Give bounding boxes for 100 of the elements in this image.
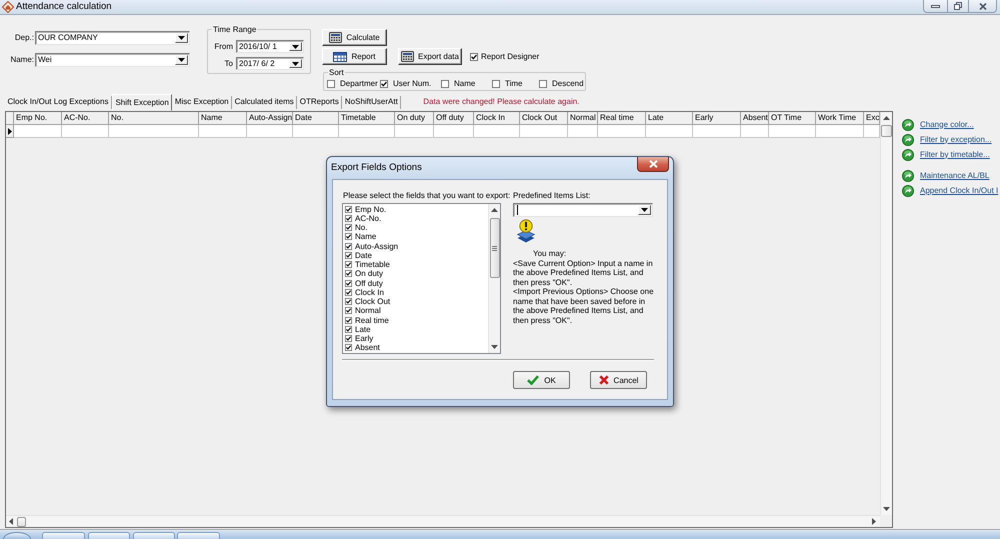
close-icon (978, 2, 986, 10)
vertical-scrollbar[interactable] (880, 112, 892, 515)
checkbox[interactable] (345, 242, 352, 250)
checkbox-label: Emp No. (355, 204, 386, 214)
caret-icon (292, 62, 299, 66)
taskbar-button[interactable] (42, 532, 85, 539)
scrollbar-thumb[interactable] (881, 125, 892, 137)
checkbox[interactable] (345, 316, 352, 324)
diamond-icon (2, 1, 14, 13)
arrow-circle-icon[interactable] (902, 148, 914, 160)
close-button[interactable] (968, 0, 997, 13)
link[interactable]: Change color... (920, 120, 974, 130)
checkbox[interactable] (345, 224, 352, 232)
calculate-button[interactable]: Calculate (322, 29, 387, 46)
name-dropdown[interactable]: Wei (35, 53, 190, 67)
checkbox-label: Late (355, 324, 371, 334)
table-cell (247, 125, 293, 138)
window-title: Attendance calculation (16, 1, 112, 13)
checkbox-label: Normal (355, 306, 381, 316)
dropdown-button[interactable] (175, 33, 188, 43)
start-button[interactable] (3, 532, 31, 539)
link[interactable]: Append Clock In/Out I (920, 186, 998, 196)
checkbox[interactable] (345, 335, 352, 342)
tab[interactable]: Shift Exception (112, 94, 172, 111)
checkbox-label: Off duty (355, 278, 383, 288)
checkbox[interactable] (345, 206, 352, 213)
checkbox-label: Timetable (355, 260, 390, 270)
checkbox[interactable] (470, 52, 478, 60)
group-title: Time Range (212, 25, 258, 34)
scrollbar-thumb[interactable] (490, 218, 500, 278)
checkbox[interactable] (441, 80, 449, 88)
ok-button[interactable]: OK (513, 371, 570, 389)
calculator-icon (401, 51, 414, 62)
checkbox[interactable] (345, 252, 352, 259)
checkbox-label: On duty (355, 269, 384, 278)
arrow-circle-icon[interactable] (902, 170, 914, 182)
checkbox[interactable] (327, 80, 335, 88)
table-cell (14, 125, 62, 138)
link[interactable]: Filter by exception... (920, 134, 992, 144)
link[interactable]: Filter by timetable... (920, 150, 990, 160)
link[interactable]: Maintenance AL/BL (920, 170, 990, 180)
taskbar-button[interactable] (88, 532, 130, 539)
checkbox-label: Absent (355, 343, 380, 352)
cancel-button[interactable]: Cancel (590, 371, 647, 389)
checkbox[interactable] (345, 270, 352, 278)
arrow-circle-icon[interactable] (902, 118, 914, 130)
checkbox[interactable] (345, 344, 352, 352)
checkbox[interactable] (539, 80, 547, 88)
checkbox[interactable] (345, 307, 352, 314)
checkbox[interactable] (345, 298, 352, 306)
report-button[interactable]: Report (322, 48, 387, 65)
horizontal-scrollbar[interactable] (6, 515, 880, 527)
predefined-list-dropdown[interactable] (513, 203, 653, 217)
taskbar-button[interactable] (133, 532, 175, 539)
checkbox-label: Clock In (355, 288, 384, 297)
dropdown-button[interactable] (289, 42, 302, 51)
arrow-circle-icon[interactable] (902, 134, 914, 146)
table-cell (434, 125, 474, 138)
table-cell (199, 125, 247, 138)
tab[interactable]: Misc Exception (172, 96, 232, 108)
restore-button[interactable] (947, 0, 968, 13)
export-button[interactable]: Export data (398, 48, 462, 65)
dropdown-button[interactable] (175, 55, 188, 65)
checkbox-label: Descend (552, 79, 584, 89)
dropdown-button[interactable] (289, 59, 302, 68)
minimize-icon (931, 4, 940, 8)
caret-icon (641, 208, 648, 212)
table-cell (646, 125, 693, 138)
checkbox[interactable] (345, 280, 352, 287)
date-dropdown[interactable]: 2016/10/ 1 (236, 40, 304, 53)
taskbar-button[interactable] (177, 532, 220, 539)
tab[interactable]: OTReports (297, 96, 342, 108)
date-dropdown[interactable]: 2017/ 6/ 2 (236, 57, 304, 70)
field-list[interactable]: Emp No. AC-No. No. Name Auto-Assign Date Timetable On duty Off duty Clock In Clock Out Normal Real time Late Early Absent (342, 203, 501, 354)
table-cell (520, 125, 568, 138)
checkbox[interactable] (345, 261, 352, 268)
checkbox[interactable] (345, 214, 352, 222)
checkbox[interactable] (492, 80, 500, 88)
checkbox-label: Auto-Assign (355, 242, 398, 251)
checkbox[interactable] (345, 326, 352, 333)
checkbox[interactable] (345, 288, 352, 296)
tab[interactable]: NoShiftUserAtt (342, 96, 402, 108)
tab[interactable]: Calculated items (232, 96, 298, 108)
close-button[interactable] (637, 157, 669, 172)
caret-icon (178, 58, 185, 62)
checkbox-label: No. (355, 223, 368, 232)
caret-icon (292, 44, 299, 48)
dropdown-button[interactable] (638, 205, 651, 215)
arrow-circle-icon[interactable] (902, 184, 914, 196)
checkbox[interactable] (380, 80, 388, 88)
table-cell (293, 125, 339, 138)
vertical-scrollbar[interactable] (488, 204, 500, 353)
department-dropdown[interactable]: OUR COMPANY (35, 31, 190, 45)
minimize-button[interactable] (923, 0, 947, 13)
table-cell (339, 125, 395, 138)
checkbox[interactable] (345, 233, 352, 240)
field-label: Dep.: (14, 33, 34, 43)
scrollbar-thumb[interactable] (17, 516, 26, 526)
table-cell (693, 125, 741, 138)
checkbox-label: Name (454, 79, 476, 89)
